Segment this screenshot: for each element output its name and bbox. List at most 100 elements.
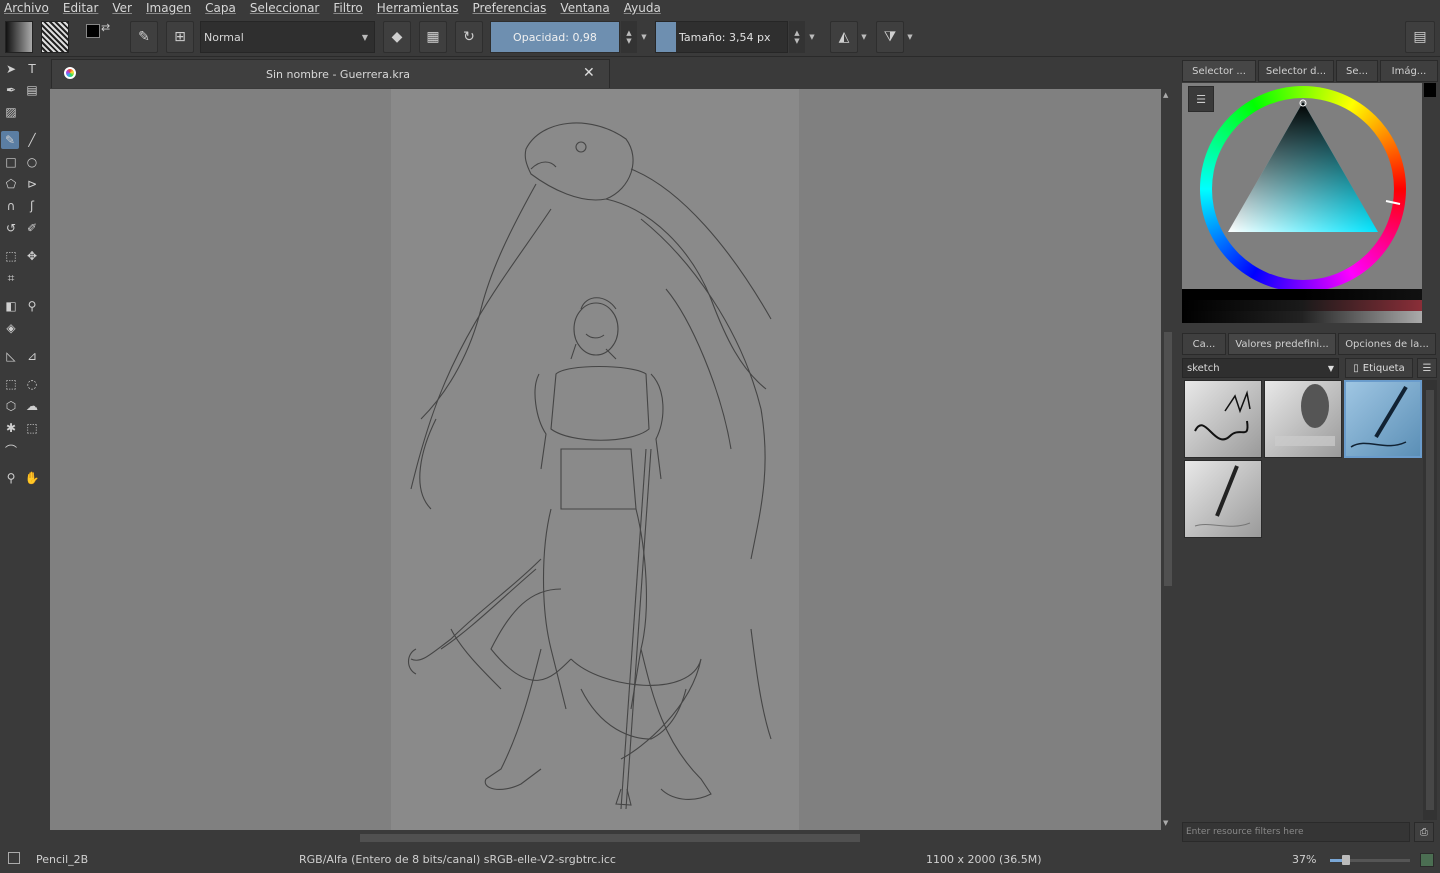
tab-selector-d[interactable]: Selector d... — [1258, 60, 1334, 82]
menu-ayuda[interactable]: Ayuda — [624, 1, 661, 15]
gradient-selector[interactable] — [5, 21, 33, 53]
tab-se[interactable]: Se... — [1336, 60, 1378, 82]
line-icon[interactable]: ╱ — [23, 131, 41, 149]
eraser-mode-button[interactable]: ◆ — [383, 21, 411, 53]
document-canvas[interactable] — [391, 89, 799, 830]
color-history-swatch[interactable] — [1424, 83, 1436, 97]
blend-mode-select[interactable]: Normal ▼ — [200, 21, 375, 53]
tab-imagen[interactable]: Imág... — [1380, 60, 1438, 82]
zoom-slider-handle[interactable] — [1342, 855, 1350, 865]
size-spinner[interactable]: ▲ ▼ — [789, 21, 805, 53]
foreground-background-colors[interactable]: ⇄ — [84, 21, 114, 53]
chevron-down-icon[interactable]: ▼ — [794, 37, 799, 45]
freehand-select-icon[interactable]: ☁ — [23, 397, 41, 415]
wrap-mode-button[interactable]: ⊞ — [166, 21, 194, 53]
canvas-horizontal-scrollbar[interactable] — [50, 831, 1161, 845]
reload-preset-button[interactable]: ↻ — [455, 21, 483, 53]
polygon-select-icon[interactable]: ⬡ — [2, 397, 20, 415]
opacity-menu-button[interactable]: ▼ — [638, 21, 650, 53]
tab-tool-options[interactable]: Opciones de la... — [1338, 333, 1436, 355]
canvas-vertical-scrollbar[interactable]: ▲ ▼ — [1161, 89, 1175, 830]
scroll-down-icon[interactable]: ▼ — [1163, 819, 1168, 827]
rect-select-icon[interactable]: ⬚ — [2, 375, 20, 393]
resource-filter-input[interactable]: Enter resource filters here — [1182, 822, 1410, 842]
foreground-color[interactable] — [86, 24, 100, 38]
menu-seleccionar[interactable]: Seleccionar — [250, 1, 319, 15]
mirror-vertical-menu[interactable]: ▼ — [904, 21, 916, 53]
menu-preferencias[interactable]: Preferencias — [473, 1, 547, 15]
preserve-alpha-button[interactable]: ▦ — [419, 21, 447, 53]
select-shapes-icon[interactable]: ➤ — [2, 60, 20, 78]
bezier-select-icon[interactable]: ⌒ — [2, 441, 20, 459]
save-filter-button[interactable]: ⎙ — [1414, 822, 1434, 842]
saturation-value-triangle[interactable] — [1200, 86, 1406, 292]
edit-shapes-icon[interactable]: ▤ — [23, 81, 41, 99]
chevron-up-icon[interactable]: ▲ — [794, 29, 799, 37]
swap-colors-icon[interactable]: ⇄ — [101, 21, 110, 34]
similar-select-icon[interactable]: ⬚ — [23, 419, 41, 437]
size-slider[interactable]: Tamaño: 3,54 px — [655, 21, 788, 53]
size-menu-button[interactable]: ▼ — [806, 21, 818, 53]
preset-scrollbar[interactable] — [1423, 380, 1437, 820]
preset-view-menu[interactable]: ☰ — [1417, 358, 1437, 378]
pan-icon[interactable]: ✋ — [23, 469, 41, 487]
scroll-thumb[interactable] — [1426, 390, 1434, 810]
menu-filtro[interactable]: Filtro — [333, 1, 362, 15]
bezier-icon[interactable]: ∩ — [2, 197, 20, 215]
close-icon[interactable]: ✕ — [583, 65, 595, 81]
hue-ring[interactable] — [1200, 86, 1406, 292]
brush-icon[interactable]: ✎ — [1, 131, 19, 149]
preset-tag-select[interactable]: sketch ▼ — [1182, 358, 1339, 378]
menu-ventana[interactable]: Ventana — [560, 1, 609, 15]
canvas-area[interactable] — [50, 89, 1161, 830]
selection-status-icon[interactable] — [8, 852, 20, 864]
workspace-chooser-button[interactable]: ▤ — [1405, 21, 1435, 53]
document-tab[interactable]: Sin nombre - Guerrera.kra ✕ — [51, 59, 610, 88]
assistant-icon[interactable]: ◺ — [2, 347, 20, 365]
pattern-selector[interactable] — [41, 21, 69, 53]
zoom-icon[interactable]: ⚲ — [2, 469, 20, 487]
mirror-horizontal-button[interactable]: ◭ — [830, 21, 858, 53]
mirror-vertical-button[interactable]: ⧩ — [876, 21, 904, 53]
image-dimensions[interactable]: 1100 x 2000 (36.5M) — [926, 853, 1042, 866]
preset-thumbnail[interactable] — [1184, 460, 1262, 538]
zoom-slider[interactable] — [1330, 855, 1410, 865]
move-icon[interactable]: ✥ — [23, 247, 41, 265]
menu-editar[interactable]: Editar — [63, 1, 99, 15]
dynamic-brush-icon[interactable]: ↺ — [2, 219, 20, 237]
transform-icon[interactable]: ⬚ — [2, 247, 20, 265]
menu-archivo[interactable]: Archivo — [4, 1, 49, 15]
advanced-color-selector[interactable]: ☰ — [1182, 83, 1422, 323]
ellipse-icon[interactable]: ○ — [23, 153, 41, 171]
calligraphy-icon[interactable]: ✒ — [2, 81, 20, 99]
gradient-icon[interactable]: ◧ — [2, 297, 20, 315]
menu-imagen[interactable]: Imagen — [146, 1, 191, 15]
polygon-icon[interactable]: ⬠ — [2, 175, 20, 193]
tab-brush-presets[interactable]: Valores predefini... — [1228, 333, 1336, 355]
menu-ver[interactable]: Ver — [112, 1, 132, 15]
magic-wand-icon[interactable]: ✱ — [2, 419, 20, 437]
opacity-spinner[interactable]: ▲ ▼ — [621, 21, 637, 53]
brush-editor-button[interactable]: ✎ — [130, 21, 158, 53]
zoom-fit-button[interactable] — [1420, 853, 1434, 867]
preset-thumbnail-selected[interactable] — [1344, 380, 1422, 458]
crop-icon[interactable]: ⌗ — [2, 269, 20, 287]
mirror-horizontal-menu[interactable]: ▼ — [858, 21, 870, 53]
text-icon[interactable]: T — [23, 60, 41, 78]
color-picker-icon[interactable]: ⚲ — [23, 297, 41, 315]
measure-icon[interactable]: ⊿ — [23, 347, 41, 365]
scroll-thumb[interactable] — [360, 834, 860, 842]
polyline-icon[interactable]: ⊳ — [23, 175, 41, 193]
chevron-up-icon[interactable]: ▲ — [626, 29, 631, 37]
tab-capas[interactable]: Ca... — [1182, 333, 1226, 355]
opacity-slider[interactable]: Opacidad: 0,98 — [490, 21, 620, 53]
scroll-thumb[interactable] — [1164, 332, 1172, 586]
scroll-up-icon[interactable]: ▲ — [1163, 91, 1168, 99]
freehand-path-icon[interactable]: ʃ — [23, 197, 41, 215]
preset-thumbnail[interactable] — [1264, 380, 1342, 458]
color-shade-selector[interactable] — [1182, 289, 1422, 323]
menu-capa[interactable]: Capa — [205, 1, 236, 15]
pattern-icon[interactable]: ▨ — [2, 103, 20, 121]
tag-button[interactable]: ▯ Etiqueta — [1345, 358, 1413, 378]
ellipse-select-icon[interactable]: ◌ — [23, 375, 41, 393]
